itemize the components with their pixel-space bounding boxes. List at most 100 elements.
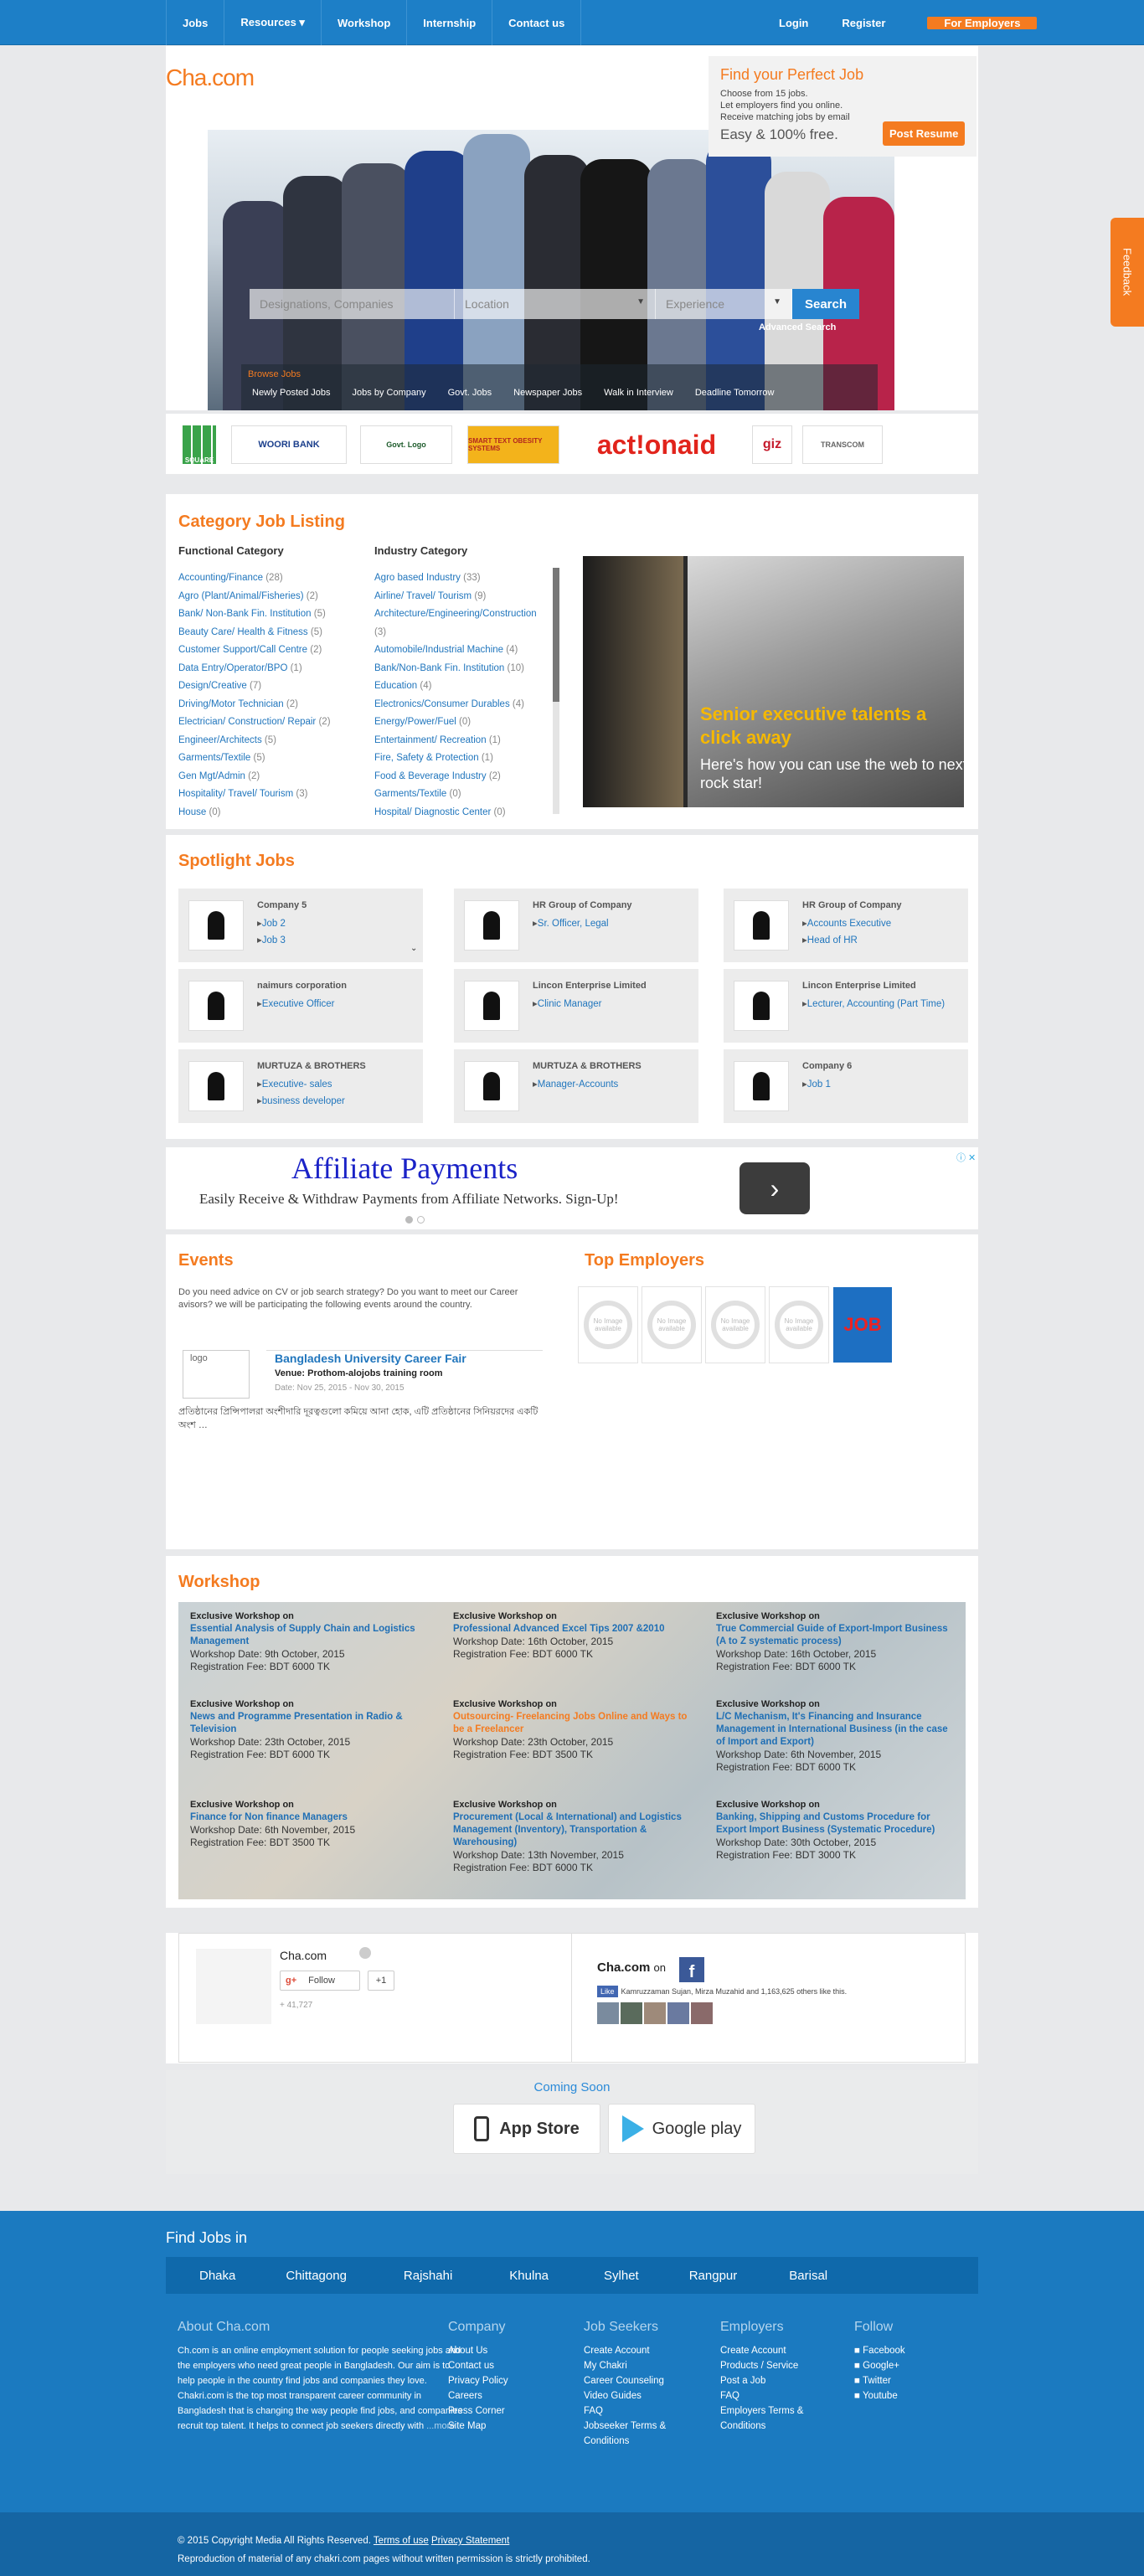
footer-link[interactable]: Privacy Policy: [448, 2373, 508, 2388]
functional-category-item[interactable]: Hospitality/ Travel/ Tourism (3): [178, 786, 363, 804]
gplus-page-name[interactable]: Cha.com: [280, 1949, 327, 1962]
login-link[interactable]: Login: [762, 17, 825, 29]
logo-govt[interactable]: Govt. Logo: [360, 425, 452, 464]
footer-link[interactable]: About Us: [448, 2343, 508, 2358]
job-link[interactable]: Job 2: [257, 917, 412, 929]
industry-category-item[interactable]: Agro based Industry (33): [374, 569, 550, 588]
footer-link[interactable]: FAQ: [720, 2388, 829, 2403]
industry-category-item[interactable]: Energy/Power/Fuel (0): [374, 714, 550, 732]
footer-link[interactable]: Site Map: [448, 2419, 508, 2434]
job-link[interactable]: Lecturer, Accounting (Part Time): [802, 997, 957, 1009]
industry-category-item[interactable]: Education (4): [374, 677, 550, 696]
industry-category-item[interactable]: Bank/Non-Bank Fin. Institution (10): [374, 660, 550, 678]
workshop-title-link[interactable]: News and Programme Presentation in Radio…: [190, 1711, 433, 1736]
company-logo[interactable]: [188, 900, 244, 951]
workshop-title-link[interactable]: Finance for Non finance Managers: [190, 1811, 433, 1824]
footer-link[interactable]: My Chakri: [584, 2358, 709, 2373]
employer-logo[interactable]: No Image available: [705, 1286, 765, 1363]
company-logo[interactable]: [188, 981, 244, 1031]
post-resume-button[interactable]: Post Resume: [883, 121, 966, 146]
job-link[interactable]: Executive- sales: [257, 1078, 412, 1090]
location-select[interactable]: Location ▼: [455, 289, 656, 319]
gplus-follow-button[interactable]: g+ Follow: [280, 1971, 360, 1991]
city-khulna[interactable]: Khulna: [509, 2269, 549, 2283]
privacy-link[interactable]: Privacy Statement: [431, 2536, 509, 2546]
google-play-button[interactable]: Google play: [608, 2104, 755, 2154]
nav-contact[interactable]: Contact us: [492, 0, 582, 45]
city-chittagong[interactable]: Chittagong: [286, 2269, 347, 2283]
employer-logo[interactable]: No Image available: [578, 1286, 638, 1363]
workshop-title-link[interactable]: L/C Mechanism, It's Financing and Insura…: [716, 1711, 959, 1749]
browse-newly-posted[interactable]: Newly Posted Jobs: [241, 388, 342, 398]
industry-category-item[interactable]: Electronics/Consumer Durables (4): [374, 696, 550, 714]
ad-arrow-button[interactable]: ›: [739, 1162, 810, 1214]
footer-link[interactable]: Employers Terms & Conditions: [720, 2403, 829, 2434]
footer-link[interactable]: Careers: [448, 2388, 508, 2403]
footer-link[interactable]: Contact us: [448, 2358, 508, 2373]
functional-category-item[interactable]: Accounting/Finance (28): [178, 569, 363, 588]
footer-link[interactable]: Jobseeker Terms & Conditions: [584, 2419, 709, 2449]
job-link[interactable]: Job 1: [802, 1078, 957, 1090]
nav-internship[interactable]: Internship: [406, 0, 492, 45]
app-store-button[interactable]: App Store: [453, 2104, 600, 2154]
facebook-icon[interactable]: f: [679, 1957, 704, 1982]
company-logo[interactable]: [734, 900, 789, 951]
footer-link[interactable]: Create Account: [720, 2343, 829, 2358]
functional-category-item[interactable]: House (0): [178, 804, 363, 822]
industry-category-item[interactable]: Garments/Textile (0): [374, 786, 550, 804]
gplus-plusone-button[interactable]: +1: [368, 1971, 394, 1991]
workshop-title-link[interactable]: True Commercial Guide of Export-Import B…: [716, 1623, 959, 1648]
workshop-title-link[interactable]: Banking, Shipping and Customs Procedure …: [716, 1811, 959, 1837]
logo-woori-bank[interactable]: WOORI BANK: [231, 425, 347, 464]
job-link[interactable]: Manager-Accounts: [533, 1078, 688, 1090]
logo-smart-text[interactable]: SMART TEXT OBESITY SYSTEMS: [467, 425, 559, 464]
functional-category-item[interactable]: Design/Creative (7): [178, 677, 363, 696]
nav-resources[interactable]: Resources ▾: [224, 0, 321, 45]
footer-link[interactable]: Press Corner: [448, 2403, 508, 2419]
functional-category-item[interactable]: Engineer/Architects (5): [178, 732, 363, 750]
job-link[interactable]: Accounts Executive: [802, 917, 957, 929]
fb-like-button[interactable]: Like: [597, 1986, 618, 1997]
nav-jobs[interactable]: Jobs: [166, 0, 224, 45]
company-logo[interactable]: [464, 981, 519, 1031]
footer-link[interactable]: Post a Job: [720, 2373, 829, 2388]
industry-category-item[interactable]: Food & Beverage Industry (2): [374, 768, 550, 786]
company-logo[interactable]: [188, 1061, 244, 1111]
city-sylhet[interactable]: Sylhet: [604, 2269, 639, 2283]
logo-actionaid[interactable]: act!onaid: [573, 425, 740, 464]
job-link[interactable]: Head of HR: [802, 934, 957, 945]
workshop-title-link[interactable]: Essential Analysis of Supply Chain and L…: [190, 1623, 433, 1648]
industry-category-item[interactable]: Airline/ Travel/ Tourism (9): [374, 588, 550, 606]
functional-category-item[interactable]: Gen Mgt/Admin (2): [178, 768, 363, 786]
browse-govt[interactable]: Govt. Jobs: [437, 388, 503, 398]
company-logo[interactable]: [734, 1061, 789, 1111]
chevron-down-icon[interactable]: ⌄: [410, 944, 417, 953]
footer-link[interactable]: Products / Service: [720, 2358, 829, 2373]
city-rangpur[interactable]: Rangpur: [689, 2269, 738, 2283]
designation-input[interactable]: Designations, Companies: [250, 289, 455, 319]
city-barisal[interactable]: Barisal: [789, 2269, 827, 2283]
city-rajshahi[interactable]: Rajshahi: [404, 2269, 452, 2283]
footer-link[interactable]: Video Guides: [584, 2388, 709, 2403]
ad-headline[interactable]: Affiliate Payments: [291, 1151, 518, 1186]
employer-logo[interactable]: No Image available: [769, 1286, 829, 1363]
search-button[interactable]: Search: [792, 289, 859, 319]
job-link[interactable]: Clinic Manager: [533, 997, 688, 1009]
functional-category-item[interactable]: Beauty Care/ Health & Fitness (5): [178, 624, 363, 642]
workshop-title-link[interactable]: Professional Advanced Excel Tips 2007 &2…: [453, 1623, 696, 1636]
workshop-title-link[interactable]: Procurement (Local & International) and …: [453, 1811, 696, 1849]
nav-workshop[interactable]: Workshop: [320, 0, 406, 45]
employer-logo[interactable]: No Image available: [642, 1286, 702, 1363]
experience-select[interactable]: Experience ▼: [656, 289, 792, 319]
workshop-title-link[interactable]: Outsourcing- Freelancing Jobs Online and…: [453, 1711, 696, 1736]
company-logo[interactable]: [464, 900, 519, 951]
functional-category-item[interactable]: Electrician/ Construction/ Repair (2): [178, 714, 363, 732]
browse-by-company[interactable]: Jobs by Company: [342, 388, 437, 398]
advanced-search-link[interactable]: Advanced Search: [759, 322, 836, 332]
job-link[interactable]: Sr. Officer, Legal: [533, 917, 688, 929]
employer-logo-job[interactable]: JOB: [832, 1286, 893, 1363]
logo-giz[interactable]: giz: [752, 425, 792, 464]
logo-square[interactable]: SQUARE: [183, 425, 216, 464]
functional-category-item[interactable]: Agro (Plant/Animal/Fisheries) (2): [178, 588, 363, 606]
industry-category-item[interactable]: Entertainment/ Recreation (1): [374, 732, 550, 750]
